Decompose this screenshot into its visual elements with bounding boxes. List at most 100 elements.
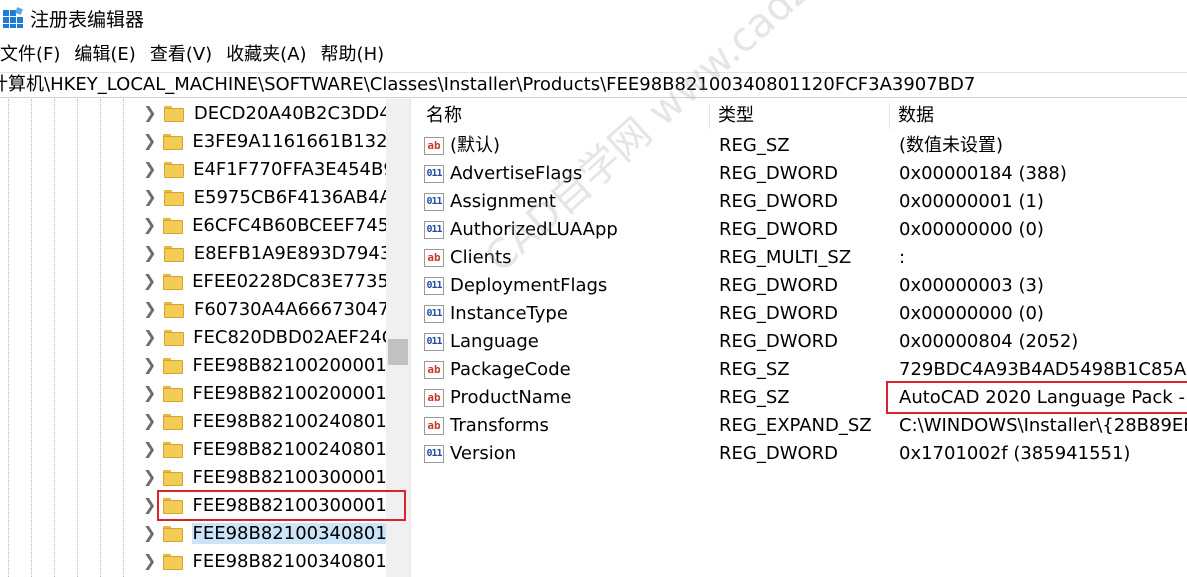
value-name-cell: ab Clients (424, 244, 714, 272)
tree-item[interactable]: ❯ E6CFC4B60BCEEF7459 (140, 211, 390, 239)
expand-chevron-icon[interactable]: ❯ (140, 211, 159, 239)
tree-item-label: E5975CB6F4136AB4A (193, 186, 390, 208)
value-name: Transforms (450, 415, 549, 436)
tree-item[interactable]: ❯ FEE98B821002000013 (140, 379, 390, 407)
value-name: AdvertiseFlags (450, 163, 583, 184)
regedit-app-icon (2, 7, 24, 29)
values-list[interactable]: 名称 类型 数据 ab (默认) REG_SZ (数值未设置) 011 Advertise… (418, 99, 1187, 577)
tree-item[interactable]: ❯ FEE98B821003000010 (140, 463, 390, 491)
pane-splitter[interactable] (410, 99, 418, 577)
tree-item-label: FEE98B821002000010 (192, 354, 391, 376)
string-value-icon: ab (424, 137, 444, 155)
value-row[interactable]: 011 Assignment REG_DWORD 0x00000001 (1) (418, 188, 1187, 216)
expand-chevron-icon[interactable]: ❯ (140, 547, 159, 575)
tree-item[interactable]: ❯ FEE98B821002408011 (140, 407, 390, 435)
menu-help[interactable]: 帮助(H) (321, 40, 385, 66)
tree-item[interactable]: ❯ E4F1F770FFA3E454B9 (140, 155, 390, 183)
expand-chevron-icon[interactable]: ❯ (140, 491, 159, 519)
menu-edit[interactable]: 编辑(E) (74, 40, 135, 66)
string-value-icon: ab (424, 389, 444, 407)
expand-chevron-icon[interactable]: ❯ (140, 267, 159, 295)
tree-item-label: E3FE9A1161661B1328 (192, 130, 390, 152)
value-row[interactable]: 011 AdvertiseFlags REG_DWORD 0x00000184 (38… (418, 160, 1187, 188)
tree-scrollbar[interactable] (386, 99, 410, 577)
tree-item[interactable]: ❯ FEE98B821003408011 (140, 519, 391, 547)
tree-item-label: FEE98B821003000010 (192, 466, 391, 488)
folder-icon (163, 330, 184, 346)
key-tree[interactable]: ❯ DECD20A40B2C3DD4 ❯ E3FE9A1161661B1328 ❯ E4F… (0, 99, 410, 577)
tree-item[interactable]: ❯ FEE98B821003000013 (140, 491, 390, 519)
value-name-cell: 011 Version (424, 440, 714, 468)
tree-item-label: FEE98B821003000013 (192, 494, 391, 516)
expand-chevron-icon[interactable]: ❯ (140, 519, 159, 547)
value-row[interactable]: 011 AuthorizedLUAApp REG_DWORD 0x00000000 (… (418, 216, 1187, 244)
folder-icon (163, 274, 184, 290)
title-bar: 注册表编辑器 (0, 0, 1187, 36)
tree-item[interactable]: ❯ FEE98B821002000010 (140, 351, 390, 379)
list-header: 名称 类型 数据 (418, 101, 1187, 131)
tree-item[interactable]: ❯ F60730A4A66673047 (140, 295, 390, 323)
column-data-header[interactable]: 数据 (890, 101, 1187, 131)
menu-view[interactable]: 查看(V) (150, 40, 212, 66)
value-name: ProductName (450, 387, 572, 408)
expand-chevron-icon[interactable]: ❯ (140, 351, 159, 379)
tree-item[interactable]: ❯ FEC820DBD02AEF24C (140, 323, 390, 351)
expand-chevron-icon[interactable]: ❯ (140, 463, 159, 491)
value-type: REG_SZ (719, 387, 790, 408)
tree-item[interactable]: ❯ EFEE0228DC83E77358 (140, 267, 390, 295)
value-row[interactable]: ab ProductName REG_SZ AutoCAD 2020 Language… (418, 384, 1187, 412)
tree-item-label: E8EFB1A9E893D7943 (193, 242, 391, 264)
expand-chevron-icon[interactable]: ❯ (140, 155, 160, 183)
expand-chevron-icon[interactable]: ❯ (140, 183, 160, 211)
tree-item[interactable]: ❯ FEE98B821003408012 (140, 547, 390, 575)
value-row[interactable]: 011 Language REG_DWORD 0x00000804 (2052) (418, 328, 1187, 356)
column-type-header[interactable]: 类型 (710, 101, 890, 131)
tree-item-label: FEC820DBD02AEF24C (193, 326, 390, 348)
tree-item[interactable]: ❯ E3FE9A1161661B1328 (140, 127, 390, 155)
value-name-cell: ab ProductName (424, 384, 714, 412)
expand-chevron-icon[interactable]: ❯ (140, 435, 159, 463)
expand-chevron-icon[interactable]: ❯ (140, 99, 160, 127)
folder-icon (163, 470, 184, 486)
menu-file[interactable]: 文件(F) (0, 40, 60, 66)
address-bar[interactable]: 计算机\HKEY_LOCAL_MACHINE\SOFTWARE\Classes\… (0, 72, 1187, 98)
value-name: AuthorizedLUAApp (450, 219, 618, 240)
value-name-cell: 011 Language (424, 328, 714, 356)
value-row[interactable]: 011 Version REG_DWORD 0x1701002f (385941551… (418, 440, 1187, 468)
value-row[interactable]: ab PackageCode REG_SZ 729BDC4A93B4AD5498B1C… (418, 356, 1187, 384)
expand-chevron-icon[interactable]: ❯ (140, 379, 159, 407)
value-row[interactable]: ab Transforms REG_EXPAND_SZ C:\WINDOWS\Inst… (418, 412, 1187, 440)
expand-chevron-icon[interactable]: ❯ (140, 295, 160, 323)
column-name-header[interactable]: 名称 (418, 101, 715, 131)
folder-icon (163, 134, 184, 150)
value-row[interactable]: 011 DeploymentFlags REG_DWORD 0x00000003 (3… (418, 272, 1187, 300)
tree-item[interactable]: ❯ E5975CB6F4136AB4A (140, 183, 390, 211)
value-name-cell: 011 DeploymentFlags (424, 272, 714, 300)
tree-scroll-thumb[interactable] (388, 339, 408, 365)
expand-chevron-icon[interactable]: ❯ (140, 239, 160, 267)
folder-icon (163, 386, 184, 402)
value-row[interactable]: 011 InstanceType REG_DWORD 0x00000000 (0) (418, 300, 1187, 328)
binary-value-icon: 011 (424, 333, 444, 351)
tree-item-label: FEE98B821002000013 (192, 382, 391, 404)
expand-chevron-icon[interactable]: ❯ (140, 323, 160, 351)
folder-icon (163, 190, 184, 206)
value-name-cell: ab (默认) (424, 132, 714, 160)
tree-item[interactable]: ❯ DECD20A40B2C3DD4 (140, 99, 390, 127)
folder-icon (163, 442, 184, 458)
value-data: 0x00000184 (388) (899, 163, 1067, 184)
menu-bar: 文件(F) 编辑(E) 查看(V) 收藏夹(A) 帮助(H) (0, 38, 398, 68)
menu-favorites[interactable]: 收藏夹(A) (226, 40, 306, 66)
string-value-icon: ab (424, 361, 444, 379)
value-name-cell: 011 AdvertiseFlags (424, 160, 714, 188)
expand-chevron-icon[interactable]: ❯ (140, 407, 159, 435)
folder-icon (163, 246, 184, 262)
value-data: 729BDC4A93B4AD5498B1C85AF (899, 359, 1187, 380)
tree-item[interactable]: ❯ FEE98B821002408012 (140, 435, 390, 463)
expand-chevron-icon[interactable]: ❯ (140, 127, 159, 155)
value-name-cell: ab Transforms (424, 412, 714, 440)
value-row[interactable]: ab Clients REG_MULTI_SZ: (418, 244, 1187, 272)
value-row[interactable]: ab (默认) REG_SZ (数值未设置) (418, 132, 1187, 160)
value-data: 0x00000000 (0) (899, 219, 1044, 240)
tree-item[interactable]: ❯ E8EFB1A9E893D7943 (140, 239, 390, 267)
